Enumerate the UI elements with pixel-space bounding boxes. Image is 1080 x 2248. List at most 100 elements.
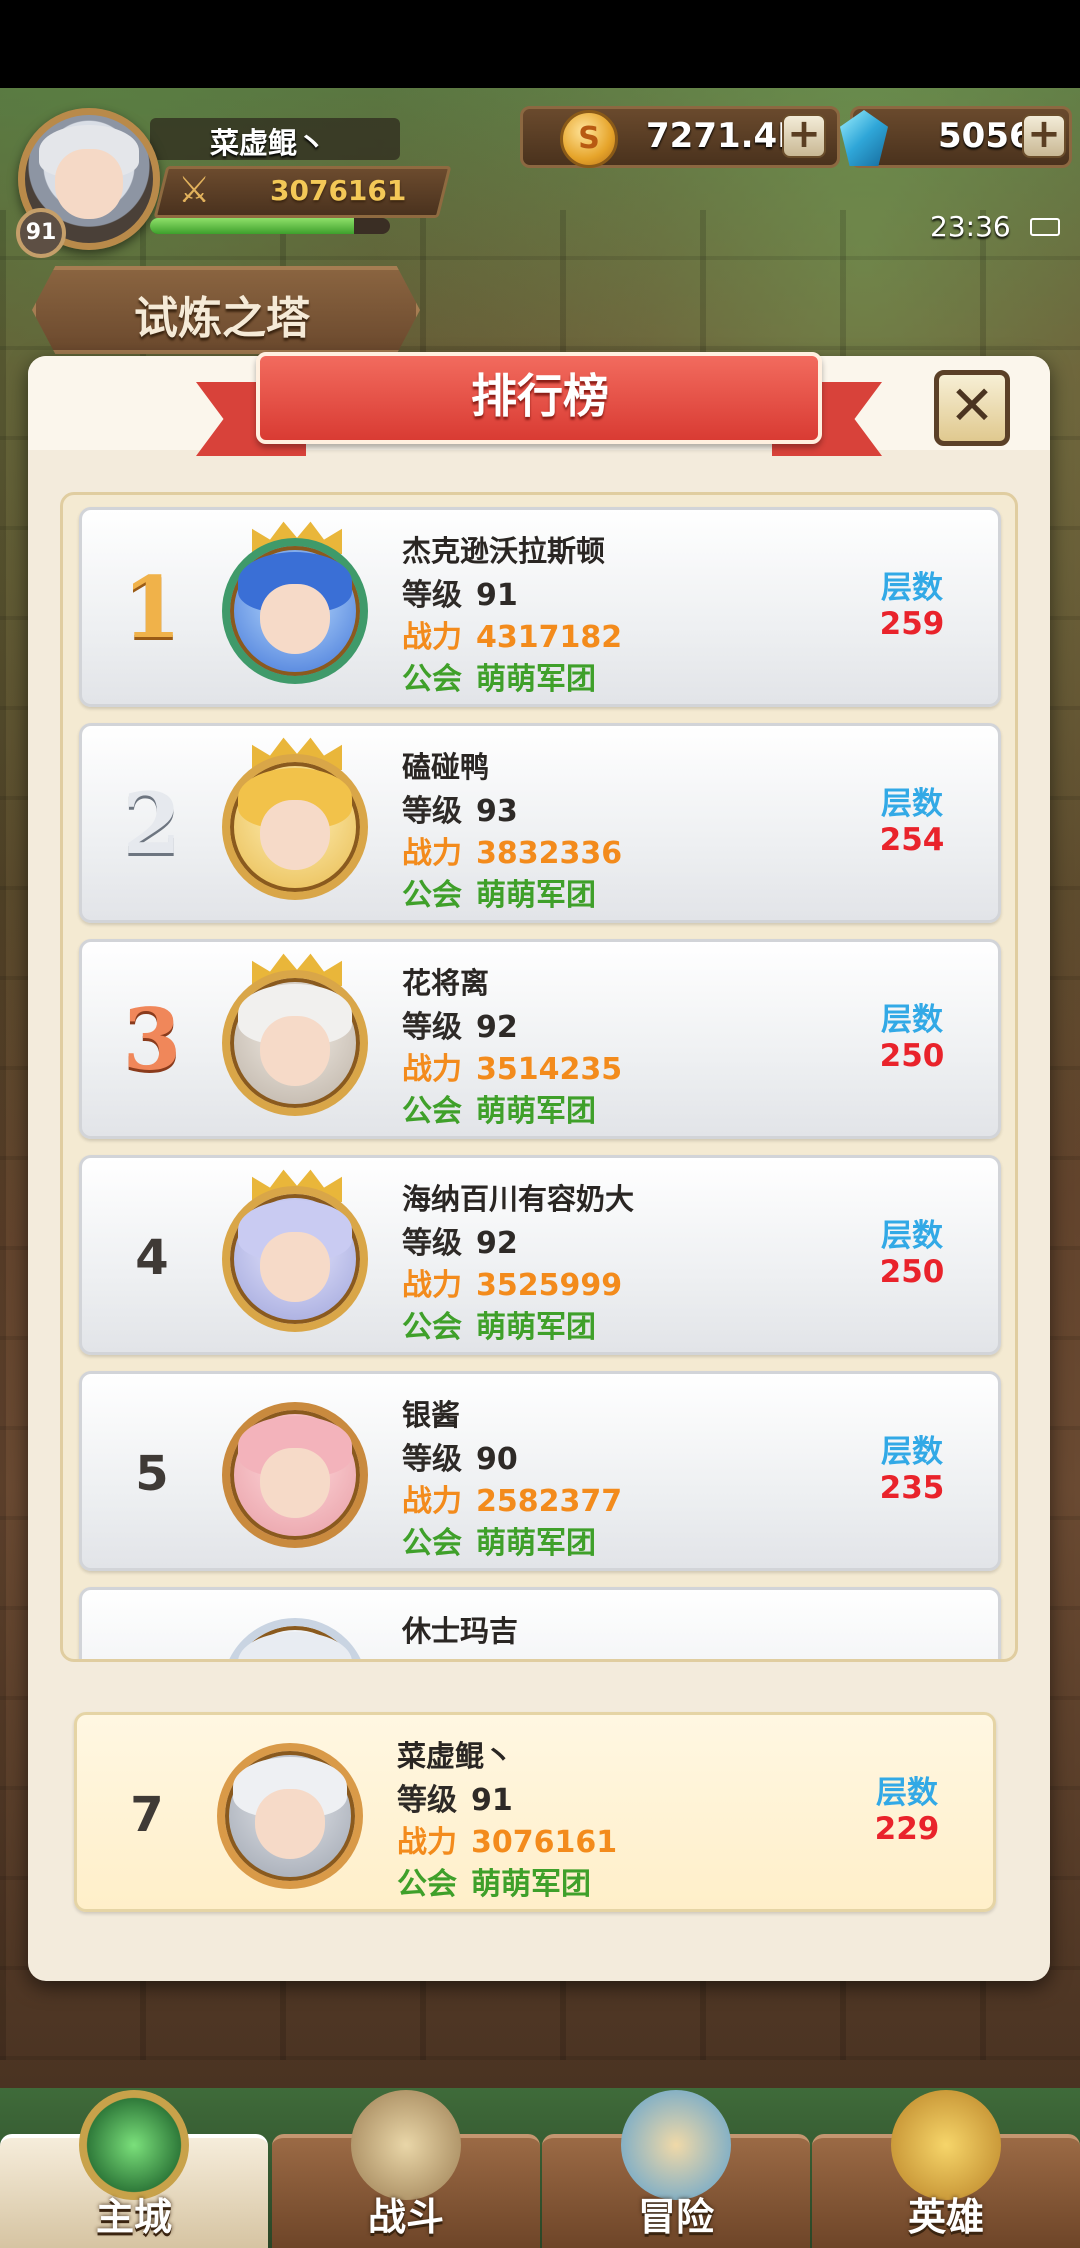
level-label: 等级	[402, 794, 462, 829]
floor-label: 层数	[881, 1434, 943, 1470]
power-value: 3514235	[476, 1052, 623, 1087]
rank-number: 1	[122, 558, 182, 657]
guild-label: 公会	[402, 878, 462, 913]
portrait-hair	[238, 1632, 352, 1659]
hero-portrait[interactable]	[222, 1186, 368, 1332]
crossed-axes-icon: ⚔	[178, 170, 211, 211]
level-label: 等级	[397, 1783, 457, 1818]
rank-card[interactable]: 5 银酱 等级 90 战力 2582377 公会 萌萌军团 层数 235	[79, 1371, 1001, 1571]
rank-number: 5	[135, 1446, 169, 1502]
my-rank-number: 7	[130, 1787, 164, 1843]
hero-portrait[interactable]	[222, 970, 368, 1116]
floor-label: 层数	[881, 1218, 943, 1254]
guild-label: 公会	[402, 1310, 462, 1345]
ranking-title: 排行榜	[471, 369, 609, 423]
rank-number: 3	[122, 990, 182, 1089]
guild-row: 公会 萌萌军团	[402, 654, 596, 698]
rank-card[interactable]: 3 花将离 等级 92 战力 3514235 公会 萌萌军团 层数 250	[79, 939, 1001, 1139]
system-status-bar	[0, 0, 1080, 88]
guild-label: 公会	[402, 1094, 462, 1129]
player-exp-bar	[150, 218, 390, 234]
avatar-face	[55, 149, 123, 219]
nav-tab-label: 英雄	[907, 2195, 984, 2239]
player-level-badge: 91	[16, 208, 66, 258]
hero-portrait[interactable]	[222, 1402, 368, 1548]
my-guild-value: 萌萌军团	[471, 1867, 591, 1902]
page-title: 试炼之塔	[134, 293, 310, 344]
hero-emblem-icon	[891, 2090, 1001, 2200]
rank-number: 6	[112, 1640, 192, 1659]
player-name: 银酱	[402, 1398, 461, 1432]
floor-value: 254	[879, 822, 945, 858]
hero-portrait[interactable]	[222, 538, 368, 684]
power-label: 战力	[402, 1484, 462, 1519]
guild-label: 公会	[402, 1526, 462, 1561]
battery-icon	[1030, 218, 1060, 236]
rank-number: 4	[135, 1230, 169, 1286]
portrait-face	[260, 1232, 330, 1302]
rank-number: 2	[122, 774, 182, 873]
guild-value: 萌萌军团	[476, 1526, 596, 1561]
hero-portrait[interactable]	[222, 1618, 368, 1659]
power-label: 战力	[402, 1052, 462, 1087]
power-row: 战力 2582377	[402, 1476, 622, 1520]
nav-tab-label: 主城	[95, 2195, 172, 2239]
power-label: 战力	[397, 1825, 457, 1860]
ranking-list[interactable]: 1 杰克逊沃拉斯顿 等级 91 战力 4317182 公会 萌萌军团 层数 259 2 磕碰鸭 等级 93…	[60, 492, 1018, 1662]
guild-row: 公会 萌萌军团	[402, 1302, 596, 1346]
power-label: 战力	[402, 1268, 462, 1303]
add-gems-button[interactable]: +	[1022, 114, 1066, 158]
guild-label: 公会	[402, 662, 462, 697]
level-row: 等级 90	[402, 1434, 518, 1478]
my-hero-portrait[interactable]	[217, 1743, 363, 1889]
crossed-swords-icon	[351, 2090, 461, 2200]
hero-portrait[interactable]	[222, 754, 368, 900]
nav-tab-label: 冒险	[637, 2195, 714, 2239]
floor-label: 层数	[881, 570, 943, 606]
floor-label: 层数	[881, 1002, 943, 1038]
level-label: 等级	[402, 578, 462, 613]
guild-value: 萌萌军团	[476, 662, 596, 697]
rank-card[interactable]: 2 磕碰鸭 等级 93 战力 3832336 公会 萌萌军团 层数 254	[79, 723, 1001, 923]
gold-coin-icon: S	[560, 110, 618, 168]
portrait-face	[260, 800, 330, 870]
my-guild-row: 公会 萌萌军团	[397, 1859, 591, 1903]
guild-value: 萌萌军团	[476, 1094, 596, 1129]
level-label: 等级	[402, 1442, 462, 1477]
castle-icon	[79, 2090, 189, 2200]
close-button[interactable]: ✕	[934, 370, 1010, 446]
level-label: 等级	[402, 1226, 462, 1261]
power-row: 战力 4317182	[402, 612, 622, 656]
floor-value: 250	[879, 1038, 945, 1074]
add-gold-button[interactable]: +	[782, 114, 826, 158]
scroll-map-icon	[621, 2090, 731, 2200]
guild-row: 公会 萌萌军团	[402, 1518, 596, 1562]
power-row: 战力 3525999	[402, 1260, 622, 1304]
guild-label: 公会	[397, 1867, 457, 1902]
gem-amount: 5056	[938, 116, 1033, 156]
power-value: 3525999	[476, 1268, 623, 1303]
player-name: 菜虚鲲丶	[210, 126, 327, 160]
my-power-value: 3076161	[471, 1825, 618, 1860]
nav-tab-label: 战斗	[367, 2195, 444, 2239]
player-name: 杰克逊沃拉斯顿	[402, 534, 606, 568]
rank-card[interactable]: 6 休士玛吉	[79, 1587, 1001, 1659]
level-value: 92	[476, 1226, 518, 1261]
my-power-row: 战力 3076161	[397, 1817, 617, 1861]
portrait-face	[260, 584, 330, 654]
guild-value: 萌萌军团	[476, 1310, 596, 1345]
guild-row: 公会 萌萌军团	[402, 1086, 596, 1130]
floor-label: 层数	[876, 1775, 938, 1811]
rank-card[interactable]: 1 杰克逊沃拉斯顿 等级 91 战力 4317182 公会 萌萌军团 层数 259	[79, 507, 1001, 707]
power-value: 2582377	[476, 1484, 623, 1519]
portrait-face	[260, 1016, 330, 1086]
guild-row: 公会 萌萌军团	[402, 870, 596, 914]
my-level-value: 91	[471, 1783, 513, 1818]
player-exp-fill	[150, 218, 354, 234]
my-rank-card: 7 菜虚鲲丶 等级 91 战力 3076161 公会 萌萌军团 层数 229	[74, 1712, 996, 1912]
floor-label: 层数	[881, 786, 943, 822]
floor-value: 250	[879, 1254, 945, 1290]
level-value: 93	[476, 794, 518, 829]
rank-card[interactable]: 4 海纳百川有容奶大 等级 92 战力 3525999 公会 萌萌军团 层数 250	[79, 1155, 1001, 1355]
power-value: 4317182	[476, 620, 623, 655]
